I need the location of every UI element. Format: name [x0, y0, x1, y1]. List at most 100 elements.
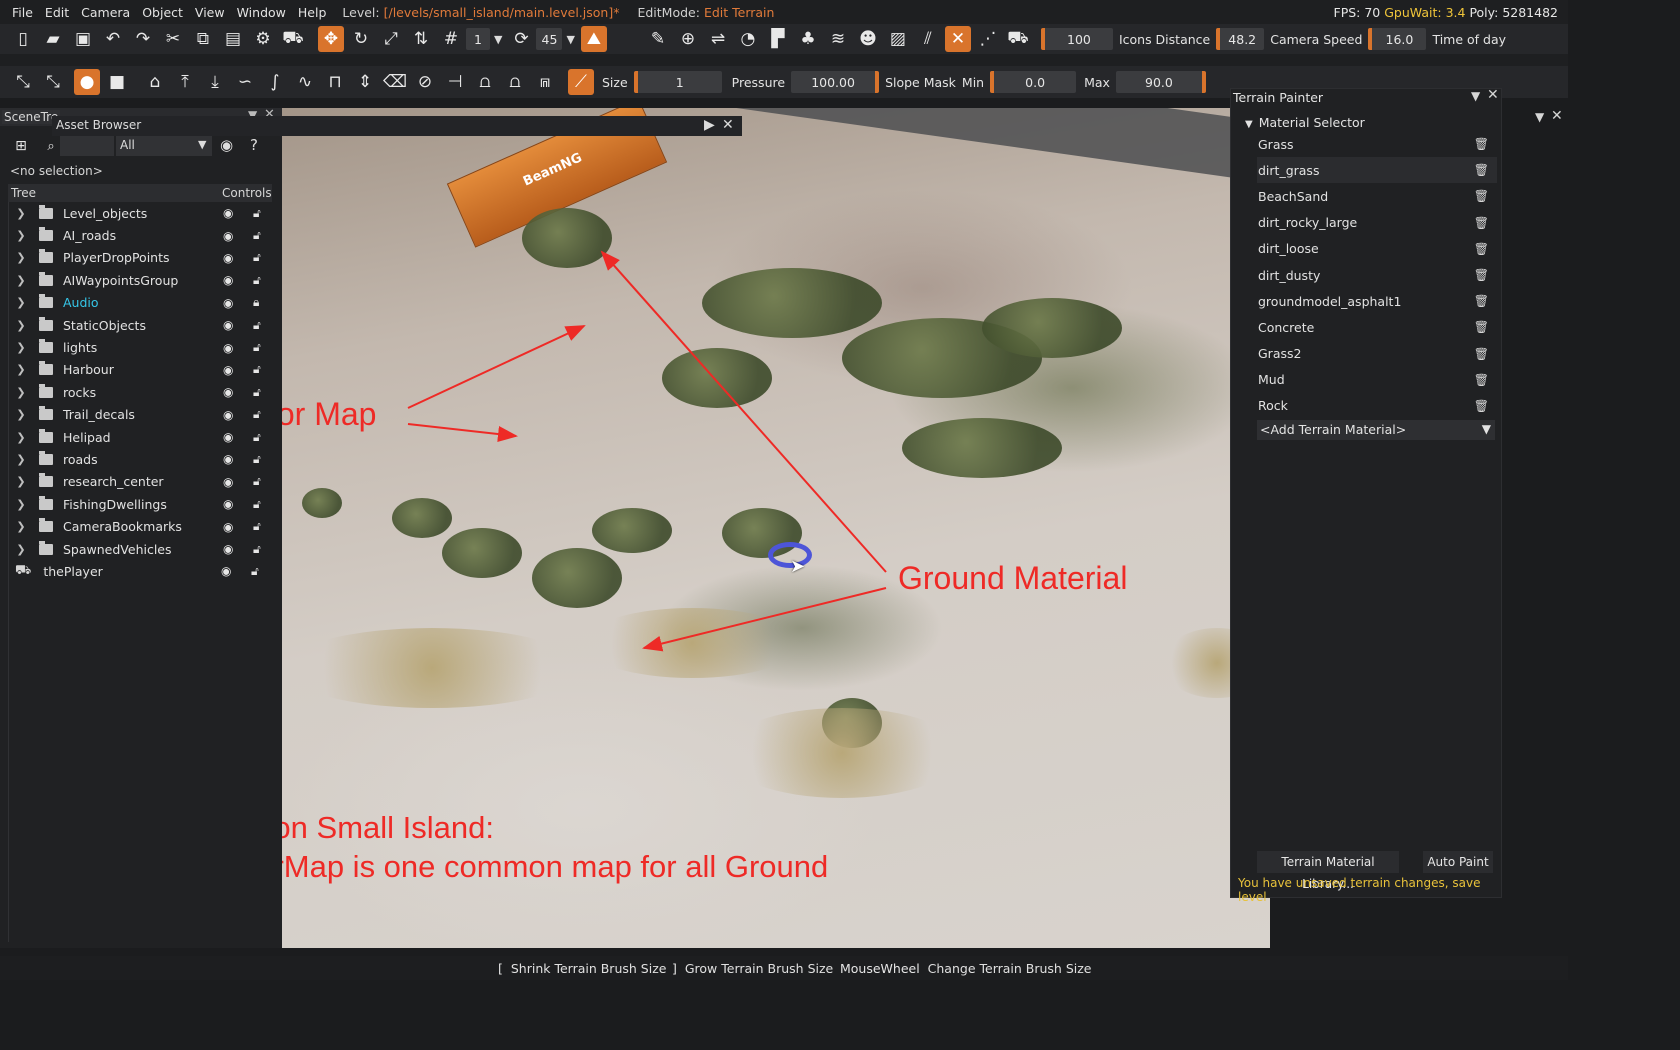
icons-distance-field[interactable]: 48.2	[1216, 28, 1265, 50]
raise-height-icon[interactable]: ⤒	[172, 69, 198, 95]
material-item-grass[interactable]: Grass 🗑︎	[1257, 131, 1497, 157]
visibility-eye-icon[interactable]: ◉	[223, 206, 233, 220]
camera-speed-field[interactable]: 16.0	[1368, 28, 1427, 50]
expand-icon[interactable]: ▶	[704, 117, 715, 133]
lock-icon[interactable]: 🔓︎	[253, 318, 261, 333]
copy-icon[interactable]: ⧉	[190, 26, 216, 52]
tree-item-fishing-dwellings[interactable]: ❯ FishingDwellings ◉ 🔓︎	[9, 493, 272, 515]
square-brush-icon[interactable]: ■	[104, 69, 130, 95]
visibility-eye-icon[interactable]: ◉	[223, 273, 233, 287]
slope-smooth-icon[interactable]: ∫	[262, 69, 288, 95]
trash-icon[interactable]: 🗑︎	[1474, 268, 1489, 282]
terrain-material-library-button[interactable]: Terrain Material Library...	[1257, 851, 1399, 891]
tree-item-ai-waypoints-group[interactable]: ❯ AIWaypointsGroup ◉ 🔓︎	[9, 269, 272, 291]
visibility-eye-icon[interactable]: ◉	[223, 497, 233, 511]
visibility-eye-icon[interactable]: ◉	[223, 318, 233, 332]
tree-item-helipad[interactable]: ❯ Helipad ◉ 🔓︎	[9, 426, 272, 448]
redo-icon[interactable]: ↷	[130, 26, 156, 52]
material-selector-header[interactable]: ▼ Material Selector	[1245, 115, 1365, 130]
menu-edit[interactable]: Edit	[39, 5, 75, 20]
lock-icon[interactable]: 🔓︎	[253, 362, 261, 377]
expand-chevron-icon[interactable]: ❯	[11, 274, 31, 287]
menu-object[interactable]: Object	[136, 5, 189, 20]
collapse-icon[interactable]: ▼	[1471, 89, 1480, 103]
rotation-snap-field[interactable]: 45	[536, 28, 563, 50]
slope-max-field[interactable]: 90.0	[1115, 71, 1206, 93]
trash-icon[interactable]: 🗑︎	[1474, 320, 1489, 334]
trash-icon[interactable]: 🗑︎	[1474, 163, 1489, 177]
lock-icon[interactable]: 🔓︎	[253, 430, 261, 445]
nodes-icon[interactable]: ⋰	[975, 26, 1001, 52]
tree-item-camera-bookmarks[interactable]: ❯ CameraBookmarks ◉ 🔓︎	[9, 515, 272, 537]
expand-chevron-icon[interactable]: ❯	[11, 296, 31, 309]
close-icon[interactable]: ✕	[722, 117, 734, 133]
rotate-tool-icon[interactable]: ↻	[348, 26, 374, 52]
tree-item-player-drop-points[interactable]: ❯ PlayerDropPoints ◉ 🔓︎	[9, 247, 272, 269]
material-item-beachsand[interactable]: BeachSand 🗑︎	[1257, 183, 1497, 209]
trash-icon[interactable]: 🗑︎	[1474, 294, 1489, 308]
set-height-icon[interactable]: ⇕	[352, 69, 378, 95]
brush-align-icon[interactable]: ⤡	[10, 69, 36, 95]
tree-item-audio[interactable]: ❯ Audio ◉ 🔒︎	[9, 292, 272, 314]
tree-item-trail-decals[interactable]: ❯ Trail_decals ◉ 🔓︎	[9, 404, 272, 426]
collapse-icon[interactable]: ▼	[1535, 110, 1544, 124]
trash-icon[interactable]: 🗑︎	[1474, 137, 1489, 151]
vehicle-spawn-icon[interactable]: ⛟	[1005, 26, 1031, 52]
undo-icon[interactable]: ↶	[100, 26, 126, 52]
paint-mask-icon[interactable]: ⩍	[472, 69, 498, 95]
trash-icon[interactable]: 🗑︎	[1474, 347, 1489, 361]
collapse-triangle-icon[interactable]: ▼	[1245, 119, 1253, 130]
open-folder-icon[interactable]: ▰	[40, 26, 66, 52]
tree-item-level-objects[interactable]: ❯ Level_objects ◉ 🔓︎	[9, 202, 272, 224]
lock-icon[interactable]: 🔓︎	[253, 340, 261, 355]
expand-chevron-icon[interactable]: ❯	[11, 453, 31, 466]
add-group-icon[interactable]: ⊞	[8, 133, 34, 159]
tree-item-harbour[interactable]: ❯ Harbour ◉ 🔓︎	[9, 359, 272, 381]
grid-snap-icon[interactable]: #	[438, 26, 464, 52]
menu-view[interactable]: View	[189, 5, 231, 20]
visibility-eye-icon[interactable]: ◉	[223, 452, 233, 466]
raise-tool-icon[interactable]: ⌂	[142, 69, 168, 95]
lock-icon[interactable]: 🔓︎	[253, 519, 261, 534]
paint-mask-2-icon[interactable]: ⩍	[502, 69, 528, 95]
menu-window[interactable]: Window	[231, 5, 292, 20]
tree-item-roads[interactable]: ❯ roads ◉ 🔓︎	[9, 448, 272, 470]
material-item-dirt-dusty[interactable]: dirt_dusty 🗑︎	[1257, 262, 1497, 288]
paint-material-icon[interactable]: ⟋	[568, 69, 594, 95]
visibility-eye-icon[interactable]: ◉	[223, 385, 233, 399]
auto-paint-button[interactable]: Auto Paint	[1423, 851, 1493, 873]
pressure-field[interactable]: 100.00	[791, 71, 880, 93]
expand-chevron-icon[interactable]: ❯	[11, 341, 31, 354]
close-icon[interactable]: ✕	[1487, 87, 1499, 103]
forest-icon[interactable]: ♣	[795, 26, 821, 52]
search-input[interactable]	[60, 136, 114, 156]
expand-chevron-icon[interactable]: ❯	[11, 319, 31, 332]
expand-chevron-icon[interactable]: ❯	[11, 363, 31, 376]
broadcast-icon[interactable]: ◉	[220, 136, 233, 154]
decal-road-icon[interactable]: ⫽	[915, 26, 941, 52]
size-field[interactable]: 1	[633, 71, 722, 93]
visibility-eye-icon[interactable]: ◉	[223, 542, 233, 556]
material-item-dirt-rocky-large[interactable]: dirt_rocky_large 🗑︎	[1257, 210, 1497, 236]
circle-brush-icon[interactable]: ●	[74, 69, 100, 95]
expand-chevron-icon[interactable]: ❯	[11, 229, 31, 242]
material-item-dirt-loose[interactable]: dirt_loose 🗑︎	[1257, 236, 1497, 262]
lock-icon[interactable]: 🔓︎	[253, 228, 261, 243]
pencil-icon[interactable]: ✎	[645, 26, 671, 52]
visibility-eye-icon[interactable]: ◉	[223, 475, 233, 489]
expand-chevron-icon[interactable]: ❯	[11, 431, 31, 444]
terrain-snap-icon[interactable]: ⛰	[580, 26, 607, 52]
lock-closed-icon[interactable]: 🔒︎	[253, 295, 259, 310]
flatten-icon[interactable]: ⊓	[322, 69, 348, 95]
brush-align-2-icon[interactable]: ⤡	[40, 69, 66, 95]
noise-icon[interactable]: ∿	[292, 69, 318, 95]
visibility-eye-icon[interactable]: ◉	[223, 408, 233, 422]
visibility-eye-icon[interactable]: ◉	[223, 296, 233, 310]
material-item-mud[interactable]: Mud 🗑︎	[1257, 367, 1497, 393]
visibility-eye-icon[interactable]: ◉	[221, 564, 231, 578]
save-icon[interactable]: ▣	[70, 26, 96, 52]
tree-item-static-objects[interactable]: ❯ StaticObjects ◉ 🔓︎	[9, 314, 272, 336]
tree-item-spawned-vehicles[interactable]: ❯ SpawnedVehicles ◉ 🔓︎	[9, 538, 272, 560]
filter-dropdown-icon[interactable]: ▼	[198, 138, 206, 151]
expand-chevron-icon[interactable]: ❯	[11, 543, 31, 556]
